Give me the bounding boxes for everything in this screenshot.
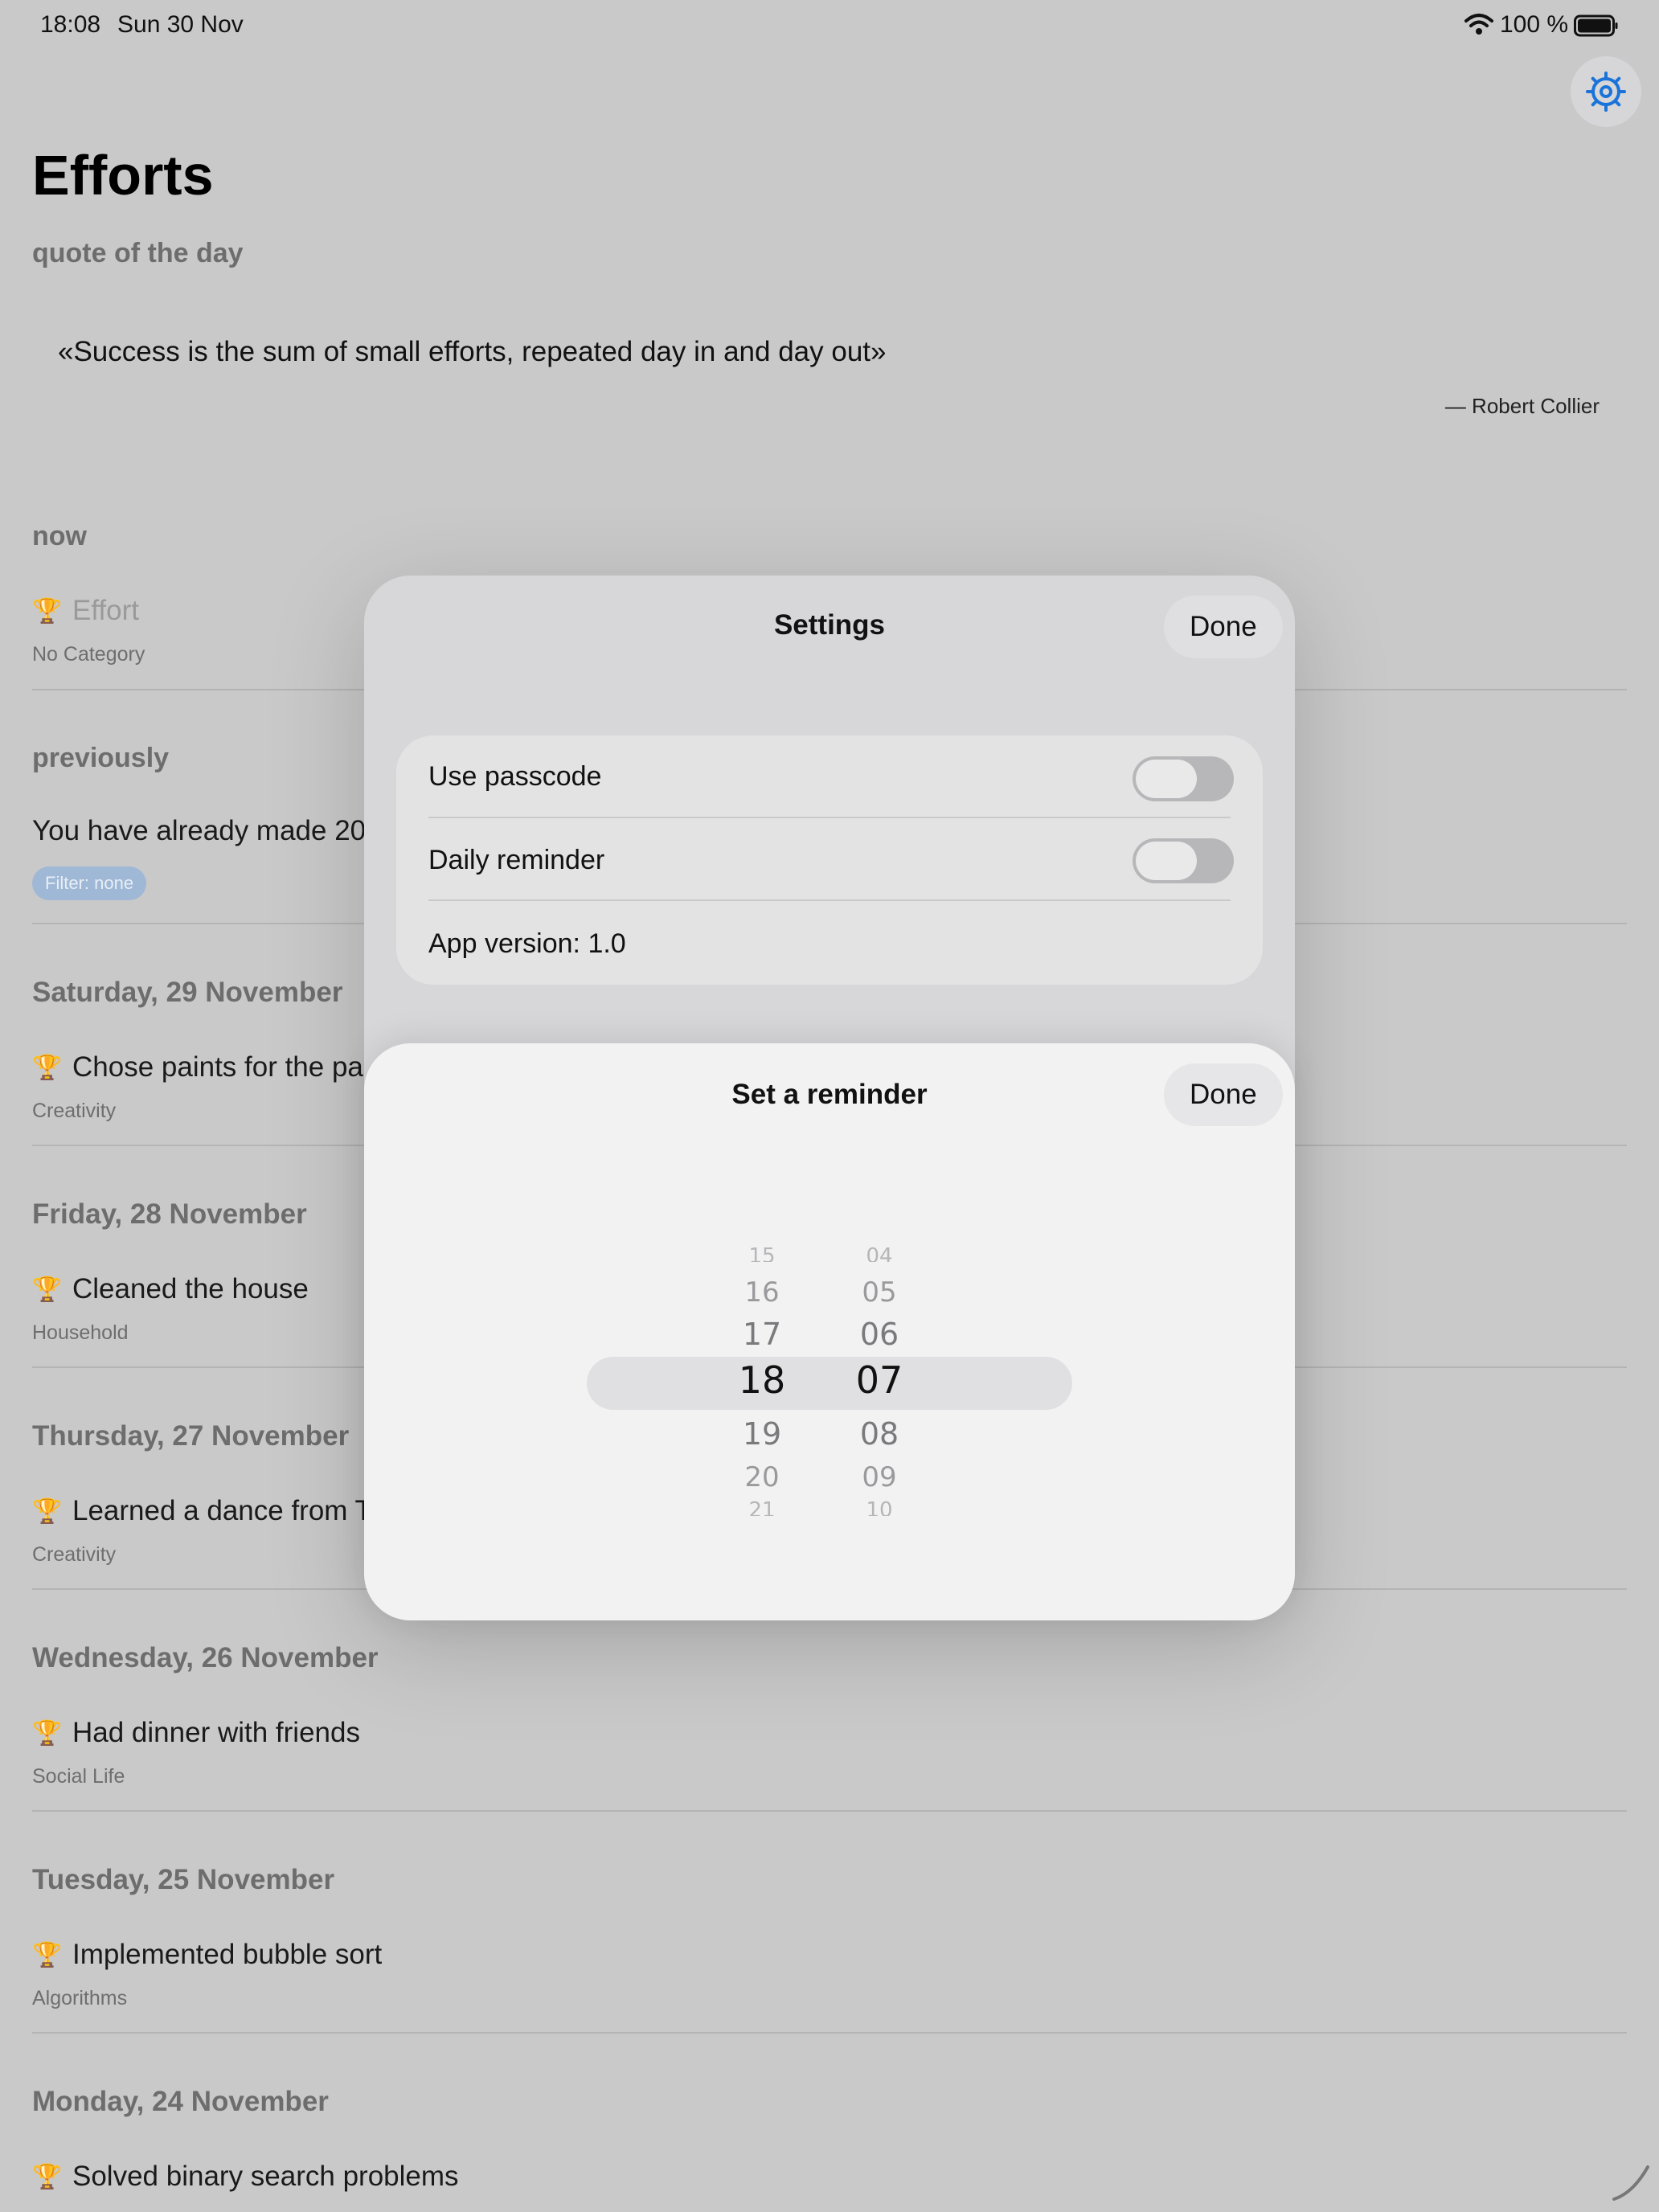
- effort-title: Had dinner with friends: [72, 1717, 360, 1748]
- trophy-icon: 🏆: [32, 1497, 63, 1525]
- settings-button[interactable]: [1571, 56, 1641, 127]
- hour-option[interactable]: 20: [714, 1461, 810, 1493]
- row-separator: [428, 899, 1231, 901]
- now-section-title: now: [32, 521, 87, 551]
- gear-icon: [1586, 72, 1626, 112]
- minute-option[interactable]: 10: [831, 1498, 928, 1516]
- reminder-sheet: [364, 1043, 1295, 1620]
- day-header: Thursday, 27 November: [32, 1420, 350, 1452]
- list-item[interactable]: 🏆 Had dinner with friends: [32, 1717, 360, 1749]
- effort-category: Creativity: [32, 1100, 117, 1122]
- settings-title: Settings: [773, 609, 886, 641]
- daily-reminder-toggle[interactable]: [1133, 838, 1234, 883]
- reminder-done-button[interactable]: Done: [1164, 1063, 1283, 1126]
- settings-group: Use passcode Daily reminder App version:…: [396, 735, 1263, 985]
- effort-title: Chose paints for the pai: [72, 1051, 370, 1083]
- effort-title: Implemented bubble sort: [72, 1939, 383, 1970]
- battery-icon: [1574, 14, 1619, 41]
- app-version: App version: 1.0: [428, 928, 626, 959]
- day-header: Wednesday, 26 November: [32, 1642, 379, 1673]
- trophy-icon: 🏆: [32, 1941, 63, 1968]
- hour-option[interactable]: 17: [714, 1317, 810, 1352]
- hour-option[interactable]: 21: [714, 1498, 810, 1516]
- quote-section-title: quote of the day: [32, 238, 244, 268]
- day-header: Saturday, 29 November: [32, 977, 343, 1008]
- trophy-icon: 🏆: [32, 2163, 63, 2190]
- hour-selected[interactable]: 18: [714, 1358, 810, 1402]
- list-item[interactable]: 🏆 Solved binary search problems: [32, 2161, 459, 2193]
- minute-selected[interactable]: 07: [831, 1358, 928, 1402]
- day-header: Monday, 24 November: [32, 2086, 329, 2117]
- previously-summary: You have already made 20 e: [32, 815, 390, 846]
- effort-category: Algorithms: [32, 1987, 128, 2009]
- now-effort-category: No Category: [32, 643, 145, 666]
- page-title: Efforts: [32, 144, 214, 207]
- minute-option[interactable]: 09: [831, 1461, 928, 1493]
- row-separator: [428, 817, 1231, 818]
- settings-done-button[interactable]: Done: [1164, 596, 1283, 658]
- battery-percent: 100 %: [1500, 11, 1569, 38]
- list-item[interactable]: 🏆 Learned a dance from T: [32, 1495, 372, 1527]
- status-date: Sun 30 Nov: [117, 11, 244, 38]
- effort-title: Cleaned the house: [72, 1273, 309, 1305]
- use-passcode-toggle[interactable]: [1133, 756, 1234, 801]
- list-item[interactable]: 🏆 Implemented bubble sort: [32, 1939, 382, 1971]
- trophy-icon: 🏆: [32, 1054, 63, 1081]
- use-passcode-label: Use passcode: [428, 761, 602, 792]
- toggle-knob: [1136, 842, 1197, 880]
- day-header: Friday, 28 November: [32, 1198, 307, 1230]
- minute-option[interactable]: 06: [831, 1317, 928, 1352]
- reminder-title: Set a reminder: [731, 1079, 928, 1110]
- daily-reminder-label: Daily reminder: [428, 845, 605, 875]
- trophy-icon: 🏆: [32, 1719, 63, 1747]
- hour-option[interactable]: 16: [714, 1276, 810, 1309]
- divider: [32, 2032, 1627, 2034]
- picker-selection-band: [587, 1357, 1072, 1410]
- status-time: 18:08: [40, 11, 101, 38]
- previously-section-title: previously: [32, 743, 170, 773]
- effort-category: Household: [32, 1321, 129, 1344]
- trophy-icon: 🏆: [32, 1276, 63, 1303]
- quote-author: — Robert Collier: [1444, 394, 1600, 418]
- pencil-stroke-icon: [1611, 2162, 1653, 2206]
- toggle-knob: [1136, 760, 1197, 798]
- trophy-icon: 🏆: [32, 597, 63, 625]
- filter-chip[interactable]: Filter: none: [32, 866, 147, 900]
- now-effort-title: Effort: [72, 595, 140, 626]
- quote-text: «Success is the sum of small efforts, re…: [58, 336, 887, 367]
- effort-category: Social Life: [32, 1765, 125, 1788]
- list-item[interactable]: 🏆 Cleaned the house: [32, 1273, 309, 1305]
- minute-option[interactable]: 04: [831, 1244, 928, 1262]
- minute-option[interactable]: 08: [831, 1416, 928, 1452]
- minute-option[interactable]: 05: [831, 1276, 928, 1309]
- effort-title: Learned a dance from T: [72, 1495, 372, 1526]
- effort-category: Creativity: [32, 1543, 117, 1566]
- list-item[interactable]: 🏆 Chose paints for the pai: [32, 1051, 370, 1083]
- divider: [32, 1810, 1627, 1812]
- day-header: Tuesday, 25 November: [32, 1864, 335, 1895]
- hour-option[interactable]: 15: [714, 1244, 810, 1262]
- now-effort-row[interactable]: 🏆 Effort: [32, 595, 139, 627]
- wifi-icon: [1464, 13, 1493, 39]
- effort-title: Solved binary search problems: [72, 2161, 459, 2192]
- hour-option[interactable]: 19: [714, 1416, 810, 1452]
